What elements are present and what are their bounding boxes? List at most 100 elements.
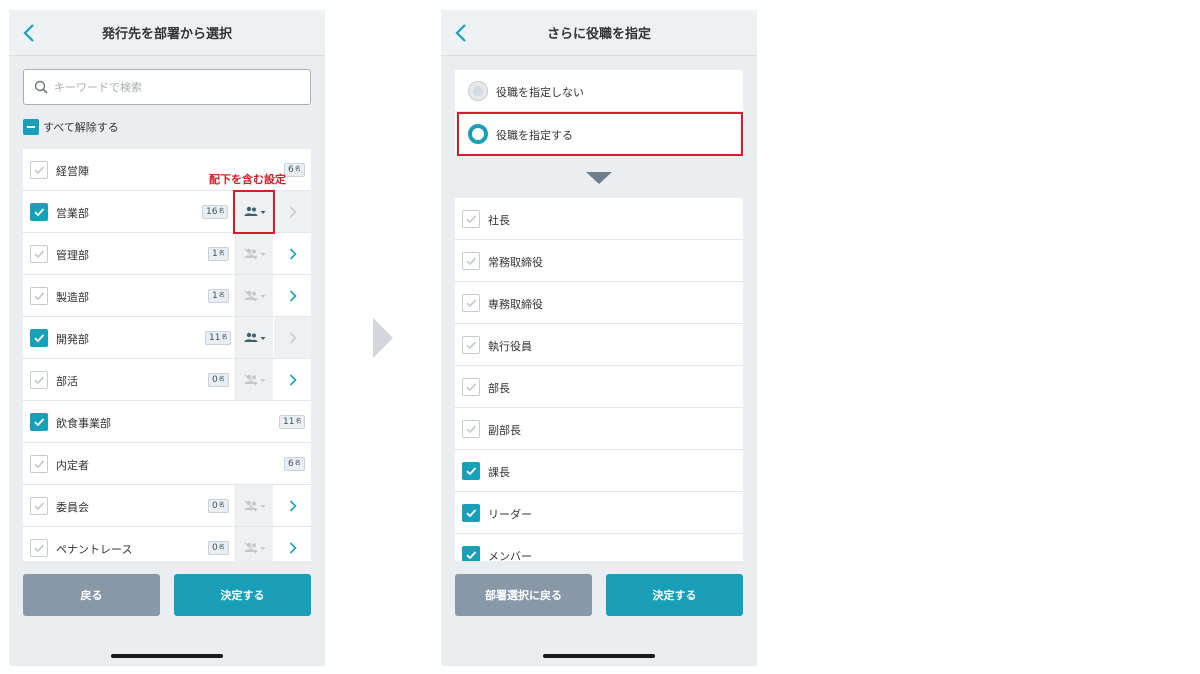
drilldown-arrow[interactable] — [274, 191, 311, 232]
checkbox[interactable] — [462, 546, 480, 561]
checkbox[interactable] — [30, 413, 48, 431]
drilldown-arrow[interactable] — [274, 359, 311, 400]
member-count-badge: 6名 — [284, 163, 305, 177]
checkbox[interactable] — [30, 287, 48, 305]
radio-off-icon — [468, 81, 488, 101]
back-button-bottom[interactable]: 戻る — [23, 574, 160, 616]
department-name: 製造部 — [56, 291, 89, 304]
role-row[interactable]: 執行役員 — [455, 324, 743, 366]
member-count: 6 — [288, 164, 294, 175]
role-row[interactable]: 副部長 — [455, 408, 743, 450]
department-row[interactable]: 委員会 0 名 — [23, 485, 311, 527]
search-input[interactable] — [54, 80, 294, 94]
member-unit: 名 — [221, 334, 228, 341]
role-name: 課長 — [488, 466, 510, 479]
check-icon — [466, 467, 477, 476]
checkbox[interactable] — [30, 203, 48, 221]
checkbox[interactable] — [462, 210, 480, 228]
back-button[interactable] — [15, 18, 43, 48]
role-row[interactable]: 専務取締役 — [455, 282, 743, 324]
department-row[interactable]: 管理部 1 名 — [23, 233, 311, 275]
include-subordinates-toggle[interactable] — [235, 359, 273, 400]
check-icon — [466, 509, 477, 518]
department-row[interactable]: ペナントレース 0 名 — [23, 527, 311, 561]
role-row[interactable]: リーダー — [455, 492, 743, 534]
include-subordinates-toggle[interactable] — [235, 317, 273, 358]
checkbox[interactable] — [462, 336, 480, 354]
checkbox[interactable] — [462, 462, 480, 480]
include-subordinates-toggle[interactable] — [235, 527, 273, 561]
check-icon — [34, 502, 45, 511]
back-to-department-button[interactable]: 部署選択に戻る — [455, 574, 592, 616]
check-icon — [466, 425, 477, 434]
department-row[interactable]: 部活 0 名 — [23, 359, 311, 401]
checkbox[interactable] — [462, 294, 480, 312]
role-row[interactable]: 部長 — [455, 366, 743, 408]
member-unit: 名 — [218, 544, 225, 551]
page-title: 発行先を部署から選択 — [101, 27, 232, 42]
department-row[interactable]: 製造部 1 名 — [23, 275, 311, 317]
role-row[interactable]: 社長 — [455, 198, 743, 240]
check-icon — [466, 299, 477, 308]
member-count: 1 — [212, 290, 218, 301]
member-unit: 名 — [218, 208, 225, 215]
role-select-screen: さらに役職を指定 役職を指定しない 役職を指定する 社長 常務取締役 専務取締役 執行… — [441, 10, 757, 666]
checkbox[interactable] — [30, 161, 48, 179]
check-icon — [34, 544, 45, 553]
member-unit: 名 — [294, 460, 301, 467]
people-excluded-icon — [244, 500, 265, 511]
member-count-badge: 16 名 — [202, 205, 229, 219]
drilldown-arrow[interactable] — [274, 317, 311, 358]
triangle-right-icon — [373, 318, 393, 358]
check-icon — [34, 460, 45, 469]
chevron-right-icon — [289, 247, 297, 260]
member-count-badge: 0名 — [208, 373, 229, 387]
chevron-right-icon — [289, 499, 297, 512]
checkbox[interactable] — [30, 497, 48, 515]
search-icon — [34, 80, 48, 94]
check-icon — [34, 334, 45, 343]
drilldown-arrow[interactable] — [274, 527, 311, 561]
checkbox[interactable] — [30, 455, 48, 473]
checkbox[interactable] — [30, 329, 48, 347]
department-row[interactable]: 飲食事業部 11 名 — [23, 401, 311, 443]
checkbox[interactable] — [462, 420, 480, 438]
people-icon — [244, 332, 265, 342]
department-name: 開発部 — [56, 333, 89, 346]
search-box[interactable] — [23, 69, 311, 105]
confirm-button[interactable]: 決定する — [174, 574, 311, 616]
include-subordinates-toggle[interactable] — [235, 485, 273, 526]
member-unit: 名 — [218, 292, 225, 299]
page-title: さらに役職を指定 — [546, 27, 651, 42]
role-name: リーダー — [488, 508, 532, 521]
checkbox[interactable] — [30, 539, 48, 557]
radio-no-role[interactable]: 役職を指定しない — [455, 70, 743, 112]
drilldown-arrow[interactable] — [274, 233, 311, 274]
checkbox[interactable] — [30, 371, 48, 389]
department-row[interactable]: 開発部 11 名 — [23, 317, 311, 359]
include-subordinates-toggle[interactable] — [235, 233, 273, 274]
checkbox[interactable] — [462, 378, 480, 396]
people-excluded-icon — [244, 290, 265, 301]
annotation-label: 配下を含む設定 — [209, 173, 286, 186]
role-row[interactable]: 課長 — [455, 450, 743, 492]
member-count-badge: 11 名 — [205, 331, 232, 345]
department-row[interactable]: 内定者 6 名 — [23, 443, 311, 485]
role-row[interactable]: メンバー — [455, 534, 743, 561]
drilldown-arrow[interactable] — [274, 485, 311, 526]
nav-bar: さらに役職を指定 — [441, 10, 757, 56]
checkbox[interactable] — [462, 504, 480, 522]
clear-all-toggle[interactable]: すべて解除する — [23, 119, 119, 135]
back-button[interactable] — [447, 18, 475, 48]
checkbox[interactable] — [462, 252, 480, 270]
check-icon — [34, 166, 45, 175]
people-excluded-icon — [244, 374, 265, 385]
drilldown-arrow[interactable] — [274, 275, 311, 316]
role-name: 部長 — [488, 382, 510, 395]
check-icon — [34, 208, 45, 217]
confirm-button[interactable]: 決定する — [606, 574, 743, 616]
role-row[interactable]: 常務取締役 — [455, 240, 743, 282]
include-subordinates-toggle[interactable] — [235, 275, 273, 316]
department-name: 飲食事業部 — [56, 417, 111, 430]
checkbox[interactable] — [30, 245, 48, 263]
